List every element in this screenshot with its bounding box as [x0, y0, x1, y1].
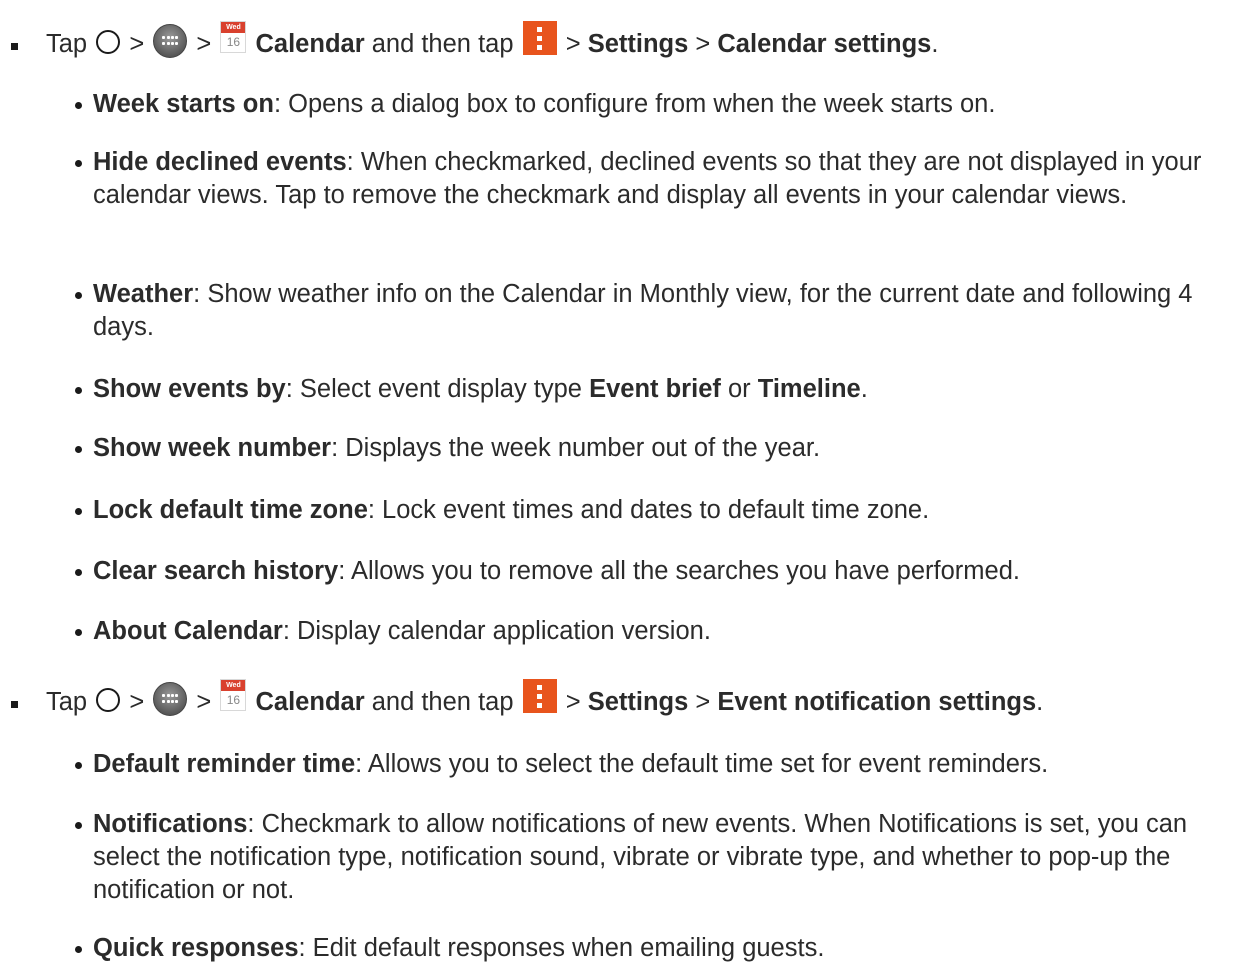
item-term: Week starts on: [93, 90, 274, 118]
bullet-dot: [75, 446, 82, 453]
item-term: Default reminder time: [93, 750, 356, 778]
item-desc: : Checkmark to allow notifications of ne…: [93, 810, 1188, 904]
item-term: Notifications: [93, 810, 248, 838]
separator: >: [129, 688, 145, 716]
item-term: Weather: [93, 280, 194, 308]
item-desc: : Edit default responses when emailing g…: [298, 934, 825, 962]
item-term: About Calendar: [93, 617, 283, 645]
apps-grid-icon: [153, 682, 188, 717]
item-term: Clear search history: [93, 557, 339, 585]
menu-calendar-settings: Calendar settings: [717, 30, 932, 58]
menu-more-icon: [522, 679, 557, 714]
item-term: Show week number: [93, 434, 332, 462]
app-name-calendar: Calendar: [255, 30, 365, 58]
period: .: [860, 375, 868, 403]
bullet-dot: [75, 946, 82, 953]
bullet-dot: [75, 508, 82, 515]
app-name-calendar: Calendar: [255, 688, 365, 716]
item-desc: : Display calendar application version.: [282, 617, 711, 645]
connector-text: and then tap: [371, 30, 514, 58]
item-term: Show events by: [93, 375, 286, 403]
separator: >: [196, 30, 212, 58]
separator: >: [695, 30, 711, 58]
item-desc: : Opens a dialog box to configure from w…: [273, 90, 996, 118]
tap-label: Tap: [46, 30, 88, 58]
item-term: Hide declined events: [93, 148, 347, 176]
bullet-dot: [75, 292, 82, 299]
apps-grid-icon: [153, 24, 188, 59]
item-term: Lock default time zone: [93, 496, 368, 524]
item-desc: : Select event display type: [285, 375, 590, 403]
separator: >: [196, 688, 212, 716]
square-bullet: [11, 43, 18, 50]
item-desc: : Displays the week number out of the ye…: [331, 434, 821, 462]
calendar-icon: Wed 16: [220, 679, 247, 712]
bullet-dot: [75, 160, 82, 167]
period: .: [931, 30, 939, 58]
period: .: [1036, 688, 1044, 716]
menu-more-icon: [522, 21, 557, 56]
connector-text: and then tap: [371, 688, 514, 716]
separator: >: [695, 688, 711, 716]
bullet-dot: [75, 569, 82, 576]
item-desc: : Allows you to select the default time …: [355, 750, 1049, 778]
item-term: Quick responses: [93, 934, 299, 962]
item-desc: : Lock event times and dates to default …: [367, 496, 930, 524]
or-text: or: [720, 375, 758, 403]
menu-event-notification-settings: Event notification settings: [717, 688, 1037, 716]
separator: >: [565, 30, 581, 58]
square-bullet: [11, 701, 18, 708]
step-2-text: Tap > > Wed 16 Calendar and then tap > Se…: [46, 679, 1044, 720]
bullet-dot: [75, 822, 82, 829]
bullet-dot: [75, 762, 82, 769]
bullet-dot: [75, 102, 82, 109]
home-circle-icon: [96, 688, 121, 713]
bullet-dot: [75, 629, 82, 636]
bullet-dot: [75, 387, 82, 394]
option-timeline: Timeline: [757, 375, 861, 403]
separator: >: [129, 30, 145, 58]
option-event-brief: Event brief: [589, 375, 721, 403]
home-circle-icon: [96, 30, 121, 55]
item-desc: : Show weather info on the Calendar in M…: [93, 280, 1193, 341]
separator: >: [565, 688, 581, 716]
step-1-text: Tap > > Wed 16 Calendar and then tap > Se…: [46, 21, 939, 62]
tap-label: Tap: [46, 688, 88, 716]
item-desc: : Allows you to remove all the searches …: [338, 557, 1020, 585]
menu-settings: Settings: [587, 688, 689, 716]
menu-settings: Settings: [587, 30, 689, 58]
calendar-icon: Wed 16: [220, 21, 247, 54]
